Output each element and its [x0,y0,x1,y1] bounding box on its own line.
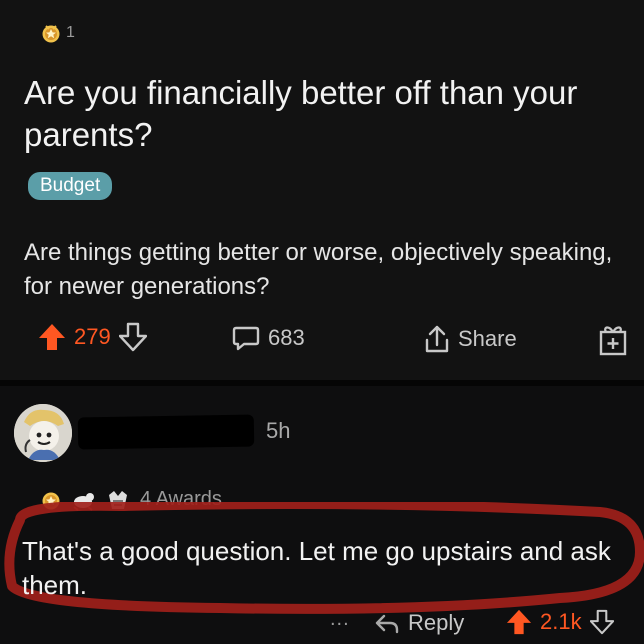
upvote-icon[interactable] [506,608,532,636]
post-score: 279 [74,324,111,349]
reply-icon [374,612,400,634]
awards-count-label: 4 Awards [140,488,222,510]
share-label: Share [458,326,517,351]
post-card: 1 Are you financially better off than yo… [0,0,644,380]
comment-icon [232,324,260,352]
comment-action-bar: ... Reply 2.1k [0,608,644,642]
award-icon [106,489,130,511]
post-body: Are things getting better or worse, obje… [24,239,613,300]
share-button[interactable]: Share [424,324,517,354]
post-vote-group: 279 [38,322,147,352]
post-action-bar: 279 683 Share [0,318,644,362]
downvote-icon[interactable] [118,322,147,352]
award-count: 1 [66,24,75,41]
downvote-icon[interactable] [589,609,614,635]
post-awards[interactable]: 1 [40,22,75,44]
post-flair[interactable]: Budget [28,172,113,200]
more-options-button[interactable]: ... [330,608,350,631]
award-icon [72,489,96,511]
comment-body: That's a good question. Let me go upstai… [22,536,611,600]
award-icon [40,22,62,44]
avatar[interactable] [14,404,72,462]
comments-button[interactable]: 683 [232,324,305,352]
redacted-username [77,414,255,450]
give-award-button[interactable] [598,322,628,356]
comment-timestamp: 5h [266,418,291,443]
reply-button[interactable]: Reply [374,610,464,636]
post-title[interactable]: Are you financially better off than your… [24,72,614,156]
comment: 5h 4 Awards That's a good question. Let … [0,386,644,644]
upvote-icon[interactable] [38,322,66,352]
comment-awards[interactable]: 4 Awards [40,488,222,511]
award-icon [40,489,62,511]
comment-count: 683 [268,325,305,350]
share-icon [424,324,450,354]
comment-score: 2.1k [540,609,582,634]
reply-label: Reply [408,610,465,635]
gift-award-icon [598,322,628,356]
comment-vote-group: 2.1k [506,608,614,636]
